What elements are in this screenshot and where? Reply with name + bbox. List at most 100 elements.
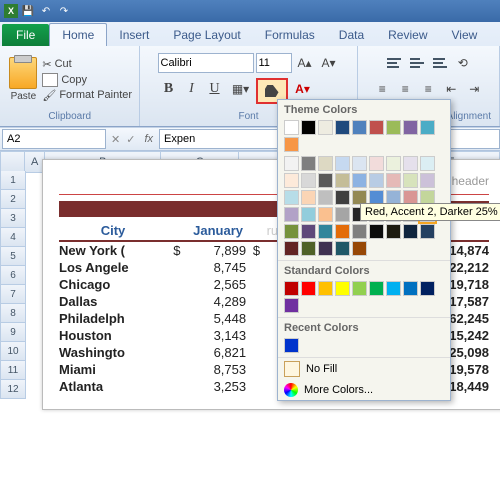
- color-swatch[interactable]: [369, 173, 384, 188]
- color-swatch[interactable]: [318, 281, 333, 296]
- bold-button[interactable]: B: [158, 78, 180, 100]
- more-colors-item[interactable]: More Colors...: [278, 380, 450, 400]
- color-swatch[interactable]: [284, 241, 299, 256]
- color-swatch[interactable]: [335, 190, 350, 205]
- indent-dec-button[interactable]: ⇤: [440, 78, 462, 100]
- color-swatch[interactable]: [318, 173, 333, 188]
- undo-icon[interactable]: ↶: [39, 4, 53, 18]
- color-swatch[interactable]: [369, 156, 384, 171]
- color-swatch[interactable]: [284, 338, 299, 353]
- color-swatch[interactable]: [301, 241, 316, 256]
- color-swatch[interactable]: [301, 156, 316, 171]
- color-swatch[interactable]: [352, 173, 367, 188]
- enter-icon[interactable]: ✓: [126, 133, 135, 146]
- color-swatch[interactable]: [318, 207, 333, 222]
- select-all-corner[interactable]: [0, 151, 25, 173]
- tab-formulas[interactable]: Formulas: [253, 24, 327, 46]
- color-swatch[interactable]: [403, 173, 418, 188]
- color-swatch[interactable]: [284, 298, 299, 313]
- color-swatch[interactable]: [335, 173, 350, 188]
- row-header[interactable]: 3: [0, 209, 26, 228]
- color-swatch[interactable]: [420, 120, 435, 135]
- cut-button[interactable]: ✂Cut: [42, 58, 132, 71]
- align-top-button[interactable]: [383, 52, 405, 74]
- border-button[interactable]: ▦▾: [227, 78, 255, 100]
- color-swatch[interactable]: [352, 241, 367, 256]
- row-header[interactable]: 12: [0, 380, 26, 399]
- tab-home[interactable]: Home: [49, 23, 107, 46]
- row-header[interactable]: 10: [0, 342, 26, 361]
- font-size-select[interactable]: [256, 53, 292, 73]
- color-swatch[interactable]: [386, 224, 401, 239]
- row-header[interactable]: 8: [0, 304, 26, 323]
- color-swatch[interactable]: [284, 190, 299, 205]
- color-swatch[interactable]: [284, 156, 299, 171]
- row-header[interactable]: 1: [0, 171, 26, 190]
- row-header[interactable]: 6: [0, 266, 26, 285]
- color-swatch[interactable]: [420, 156, 435, 171]
- indent-inc-button[interactable]: ⇥: [463, 78, 485, 100]
- color-swatch[interactable]: [284, 224, 299, 239]
- font-name-select[interactable]: [158, 53, 254, 73]
- format-painter-button[interactable]: 🖌Format Painter: [42, 89, 132, 102]
- tab-view[interactable]: View: [440, 24, 490, 46]
- color-swatch[interactable]: [403, 156, 418, 171]
- tab-insert[interactable]: Insert: [107, 24, 161, 46]
- no-fill-item[interactable]: No Fill: [278, 358, 450, 380]
- copy-button[interactable]: Copy: [42, 73, 132, 87]
- align-middle-button[interactable]: [406, 52, 428, 74]
- color-swatch[interactable]: [318, 190, 333, 205]
- redo-icon[interactable]: ↷: [57, 4, 71, 18]
- color-swatch[interactable]: [335, 156, 350, 171]
- color-swatch[interactable]: [403, 120, 418, 135]
- align-left-button[interactable]: ≡: [371, 78, 393, 100]
- align-bottom-button[interactable]: [429, 52, 451, 74]
- color-swatch[interactable]: [386, 173, 401, 188]
- color-swatch[interactable]: [386, 281, 401, 296]
- color-swatch[interactable]: [284, 207, 299, 222]
- tab-review[interactable]: Review: [376, 24, 439, 46]
- fx-icon[interactable]: fx: [144, 133, 153, 145]
- font-color-button[interactable]: A▾: [289, 78, 317, 100]
- color-swatch[interactable]: [318, 224, 333, 239]
- color-swatch[interactable]: [420, 224, 435, 239]
- orientation-button[interactable]: ⟲: [452, 52, 474, 74]
- align-center-button[interactable]: ≡: [394, 78, 416, 100]
- color-swatch[interactable]: [335, 207, 350, 222]
- tab-file[interactable]: File: [2, 24, 49, 46]
- tab-page-layout[interactable]: Page Layout: [161, 24, 252, 46]
- color-swatch[interactable]: [369, 281, 384, 296]
- color-swatch[interactable]: [301, 120, 316, 135]
- row-header[interactable]: 9: [0, 323, 26, 342]
- row-header[interactable]: 2: [0, 190, 26, 209]
- shrink-font-button[interactable]: A▾: [318, 52, 340, 74]
- color-swatch[interactable]: [369, 224, 384, 239]
- row-header[interactable]: 5: [0, 247, 26, 266]
- italic-button[interactable]: I: [181, 78, 203, 100]
- color-swatch[interactable]: [403, 281, 418, 296]
- color-swatch[interactable]: [335, 241, 350, 256]
- tab-data[interactable]: Data: [327, 24, 376, 46]
- save-icon[interactable]: 💾: [21, 4, 35, 18]
- color-swatch[interactable]: [335, 281, 350, 296]
- color-swatch[interactable]: [352, 224, 367, 239]
- color-swatch[interactable]: [403, 224, 418, 239]
- color-swatch[interactable]: [318, 241, 333, 256]
- row-header[interactable]: 11: [0, 361, 26, 380]
- underline-button[interactable]: U: [204, 78, 226, 100]
- color-swatch[interactable]: [335, 120, 350, 135]
- color-swatch[interactable]: [386, 156, 401, 171]
- row-header[interactable]: 7: [0, 285, 26, 304]
- align-right-button[interactable]: ≡: [417, 78, 439, 100]
- row-header[interactable]: 4: [0, 228, 26, 247]
- color-swatch[interactable]: [386, 120, 401, 135]
- grow-font-button[interactable]: A▴: [294, 52, 316, 74]
- color-swatch[interactable]: [352, 156, 367, 171]
- color-swatch[interactable]: [335, 224, 350, 239]
- color-swatch[interactable]: [301, 224, 316, 239]
- color-swatch[interactable]: [420, 173, 435, 188]
- color-swatch[interactable]: [301, 207, 316, 222]
- color-swatch[interactable]: [301, 173, 316, 188]
- color-swatch[interactable]: [284, 281, 299, 296]
- color-swatch[interactable]: [284, 173, 299, 188]
